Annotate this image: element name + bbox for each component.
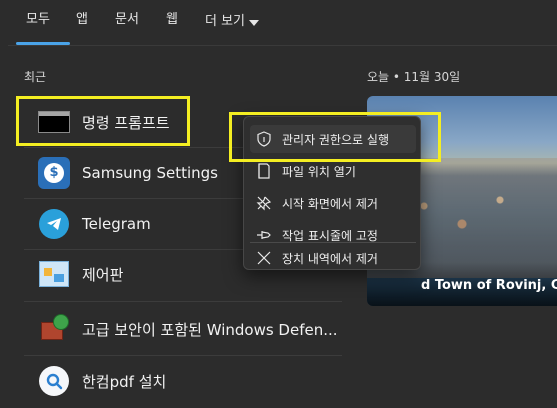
tab-all[interactable]: 모두 (26, 10, 50, 34)
telegram-icon (38, 208, 70, 240)
menu-item-pin-taskbar[interactable]: 작업 표시줄에 고정 (250, 221, 416, 249)
list-item-label: Samsung Settings (82, 164, 218, 182)
list-item-hancom-pdf[interactable]: 한컴pdf 설치 (24, 359, 342, 403)
samsung-settings-icon: $ (38, 157, 70, 189)
windows-defender-firewall-icon (38, 313, 70, 345)
list-item-label: 한컴pdf 설치 (82, 372, 167, 391)
recent-section-title: 최근 (24, 70, 47, 84)
highlight-box (229, 112, 441, 162)
tab-web[interactable]: 웹 (166, 10, 178, 34)
list-item-label: Telegram (82, 215, 151, 233)
close-icon (256, 250, 272, 266)
menu-item-unpin-start[interactable]: 시작 화면에서 제거 (250, 189, 416, 217)
menu-separator (250, 242, 416, 243)
menu-item-label: 파일 위치 열기 (282, 164, 356, 179)
chevron-down-icon (249, 19, 260, 26)
highlight-box (16, 96, 190, 146)
menu-item-label: 작업 표시줄에 고정 (282, 228, 378, 243)
list-item-windows-defender-firewall[interactable]: 고급 보안이 포함된 Windows Defen... (24, 307, 342, 351)
list-item-label: 제어판 (82, 265, 124, 284)
list-item-label: 고급 보안이 포함된 Windows Defen... (82, 320, 338, 339)
menu-item-label: 시작 화면에서 제거 (282, 196, 378, 211)
search-window: 모두 앱 문서 웹 더 보기 최근 명령 프롬프트 $ Samsung Sett… (0, 0, 557, 408)
control-panel-icon (38, 258, 70, 290)
featured-caption[interactable]: d Town of Rovinj, Cr (421, 278, 557, 293)
folder-icon (256, 163, 272, 179)
hancom-pdf-icon (38, 365, 70, 397)
tab-documents[interactable]: 문서 (115, 10, 139, 34)
divider (8, 45, 557, 46)
pin-icon (256, 227, 272, 243)
menu-item-label: 장치 내역에서 제거 (282, 251, 378, 266)
unpin-icon (256, 195, 272, 211)
divider (24, 355, 342, 356)
tab-more[interactable]: 더 보기 (205, 10, 260, 34)
tab-bar: 모두 앱 문서 웹 더 보기 (8, 0, 557, 46)
today-date: 오늘 • 11월 30일 (367, 70, 461, 84)
menu-item-remove-history[interactable]: 장치 내역에서 제거 (250, 247, 416, 269)
tab-more-label: 더 보기 (205, 14, 246, 29)
tab-apps[interactable]: 앱 (76, 10, 88, 34)
divider (24, 301, 342, 302)
